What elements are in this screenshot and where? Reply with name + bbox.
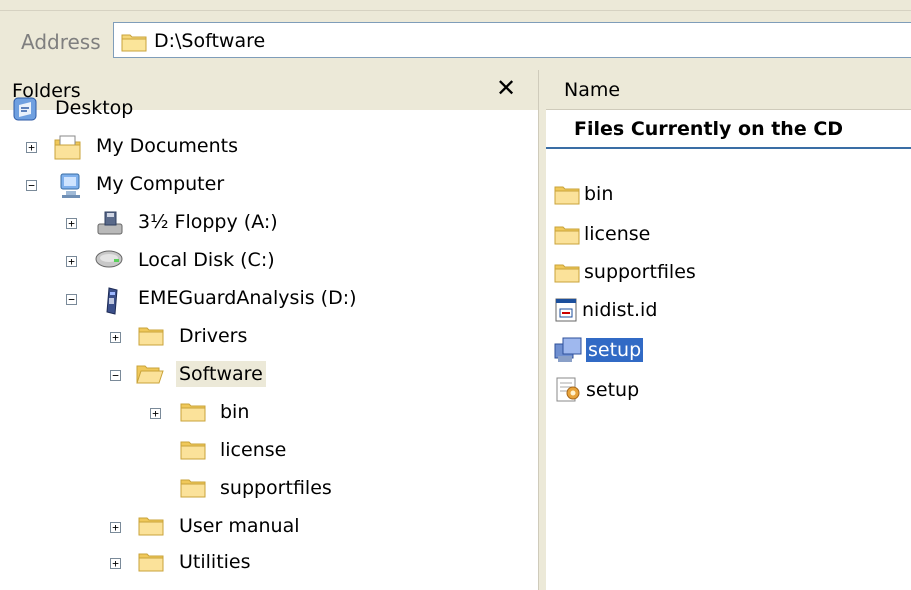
file-name: nidist.id <box>582 299 658 321</box>
tree-item[interactable]: + My Documents <box>0 131 540 165</box>
folder-icon <box>138 550 164 577</box>
tree-item-label: My Documents <box>96 135 239 157</box>
folder-open-icon <box>136 362 164 389</box>
tree-item-label: User manual <box>179 515 300 537</box>
tree-item[interactable]: Desktop <box>0 93 540 127</box>
folder-icon <box>180 476 206 503</box>
tree-item-label: Desktop <box>55 97 134 119</box>
tree-item-label: bin <box>220 401 250 423</box>
expand-icon[interactable]: + <box>150 408 161 419</box>
folder-icon <box>554 261 580 283</box>
tree-item[interactable]: + Utilities <box>0 547 540 581</box>
tree-item[interactable]: license <box>0 435 540 469</box>
tree-item[interactable]: − My Computer <box>0 169 540 203</box>
folder-icon <box>554 183 580 205</box>
expand-icon[interactable]: + <box>26 142 37 153</box>
file-list-pane: Name Files Currently on the CD bin licens… <box>546 70 911 590</box>
tree-item-label: My Computer <box>96 173 225 195</box>
expand-icon[interactable]: + <box>110 558 121 569</box>
expand-icon[interactable]: + <box>110 332 121 343</box>
expand-icon[interactable]: + <box>66 218 77 229</box>
folder-icon <box>554 223 580 245</box>
file-name: setup <box>586 338 644 362</box>
desktop-icon <box>12 96 38 127</box>
tree-item-label: supportfiles <box>220 477 332 499</box>
setup-exe-icon <box>554 336 584 364</box>
tree-item[interactable]: + bin <box>0 397 540 431</box>
cd-drive-icon <box>104 286 122 321</box>
file-name: setup <box>586 379 640 401</box>
address-label: Address <box>21 30 101 54</box>
collapse-icon[interactable]: − <box>66 294 77 305</box>
tree-item[interactable]: supportfiles <box>0 473 540 507</box>
group-divider <box>546 147 911 149</box>
tree-item-label: EMEGuardAnalysis (D:) <box>138 287 357 309</box>
tree-item-label: 3½ Floppy (A:) <box>138 211 278 233</box>
file-list-item[interactable]: setup <box>554 334 644 366</box>
folder-icon <box>121 30 147 57</box>
toolbar-divider <box>0 10 911 11</box>
tree-item-label: Software <box>176 361 266 387</box>
folder-icon <box>180 438 206 465</box>
group-title: Files Currently on the CD <box>574 118 844 140</box>
folder-icon <box>138 514 164 541</box>
id-file-icon <box>554 297 578 323</box>
address-path: D:\Software <box>154 30 266 52</box>
file-list-item[interactable]: bin <box>554 178 615 210</box>
folder-icon <box>180 400 206 427</box>
file-list-item[interactable]: setup <box>554 374 641 406</box>
tree-item[interactable]: + Drivers <box>0 321 540 355</box>
tree-item[interactable]: + User manual <box>0 511 540 545</box>
collapse-icon[interactable]: − <box>110 370 121 381</box>
file-name: license <box>584 223 651 245</box>
file-list-item[interactable]: license <box>554 218 652 250</box>
tree-item[interactable]: + Local Disk (C:) <box>0 245 540 279</box>
folder-icon <box>138 324 164 351</box>
address-bar: Address D:\Software <box>0 0 911 70</box>
hard-disk-icon <box>94 248 124 275</box>
my-computer-icon <box>58 172 84 205</box>
file-name: bin <box>584 183 614 205</box>
my-documents-icon <box>54 134 82 165</box>
tree-item[interactable]: +3½ Floppy (A:) <box>0 207 540 241</box>
floppy-drive-icon <box>96 210 124 241</box>
expand-icon[interactable]: + <box>110 522 121 533</box>
file-name: supportfiles <box>584 261 696 283</box>
setup-ini-icon <box>554 376 582 404</box>
tree-item-label: Utilities <box>179 551 251 573</box>
tree-item[interactable]: − EMEGuardAnalysis (D:) <box>0 283 540 317</box>
column-header-bar: Name <box>546 70 911 110</box>
collapse-icon[interactable]: − <box>26 180 37 191</box>
address-input[interactable]: D:\Software <box>113 22 911 58</box>
folders-pane: Folders ✕ Desktop + My Documents − My Comput… <box>0 70 540 590</box>
file-list-item[interactable]: supportfiles <box>554 256 698 288</box>
file-list-item[interactable]: nidist.id <box>554 294 659 326</box>
column-header-name[interactable]: Name <box>564 79 620 101</box>
tree-item-label: Drivers <box>179 325 248 347</box>
pane-splitter[interactable] <box>538 70 546 590</box>
tree-item-label: Local Disk (C:) <box>138 249 275 271</box>
tree-item-label: license <box>220 439 287 461</box>
tree-item[interactable]: − Software <box>0 359 540 393</box>
expand-icon[interactable]: + <box>66 256 77 267</box>
